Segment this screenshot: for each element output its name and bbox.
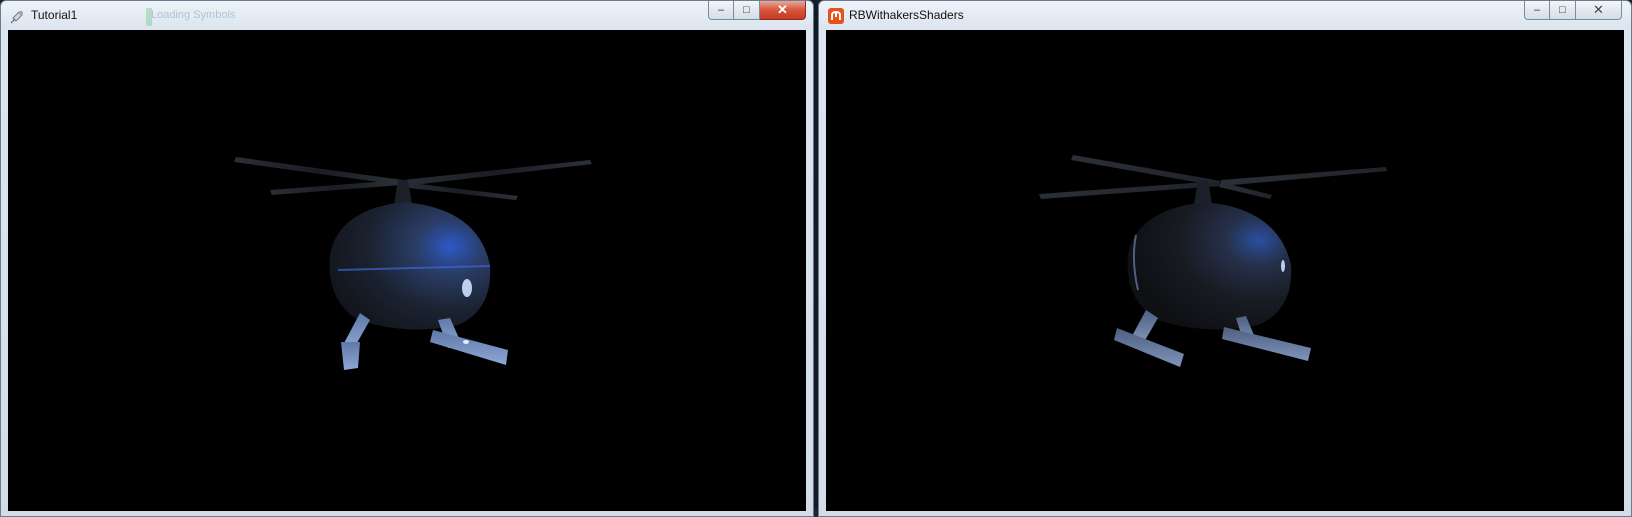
maximize-button[interactable]: □ [734,1,760,20]
window-tutorial1[interactable]: Tutorial1 Loading Symbols – □ ✕ [0,0,814,517]
minimize-button[interactable]: – [1524,1,1550,20]
window-title: RBWithakersShaders [849,8,964,22]
monogame-icon [828,8,844,24]
window-title: Tutorial1 [31,8,78,22]
minimize-icon: – [1533,4,1541,16]
close-button[interactable]: ✕ [1576,1,1622,20]
title-bar[interactable]: RBWithakersShaders – □ ✕ [819,1,1631,30]
title-bar[interactable]: Tutorial1 Loading Symbols – □ ✕ [1,1,813,30]
close-button[interactable]: ✕ [760,1,806,20]
helicopter-render [1039,155,1387,367]
maximize-icon: □ [1559,4,1566,16]
render-viewport[interactable] [8,30,806,511]
pushpin-icon [10,11,23,24]
window-rbwithakersshaders[interactable]: RBWithakersShaders – □ ✕ [818,0,1632,517]
maximize-icon: □ [743,4,750,16]
maximize-button[interactable]: □ [1550,1,1576,20]
helicopter-render [234,157,592,370]
minimize-button[interactable]: – [708,1,734,20]
close-icon: ✕ [777,2,788,17]
minimize-icon: – [717,4,725,16]
background-window-text: Loading Symbols [151,9,236,21]
close-icon: ✕ [1593,2,1604,17]
render-viewport[interactable] [826,30,1624,511]
